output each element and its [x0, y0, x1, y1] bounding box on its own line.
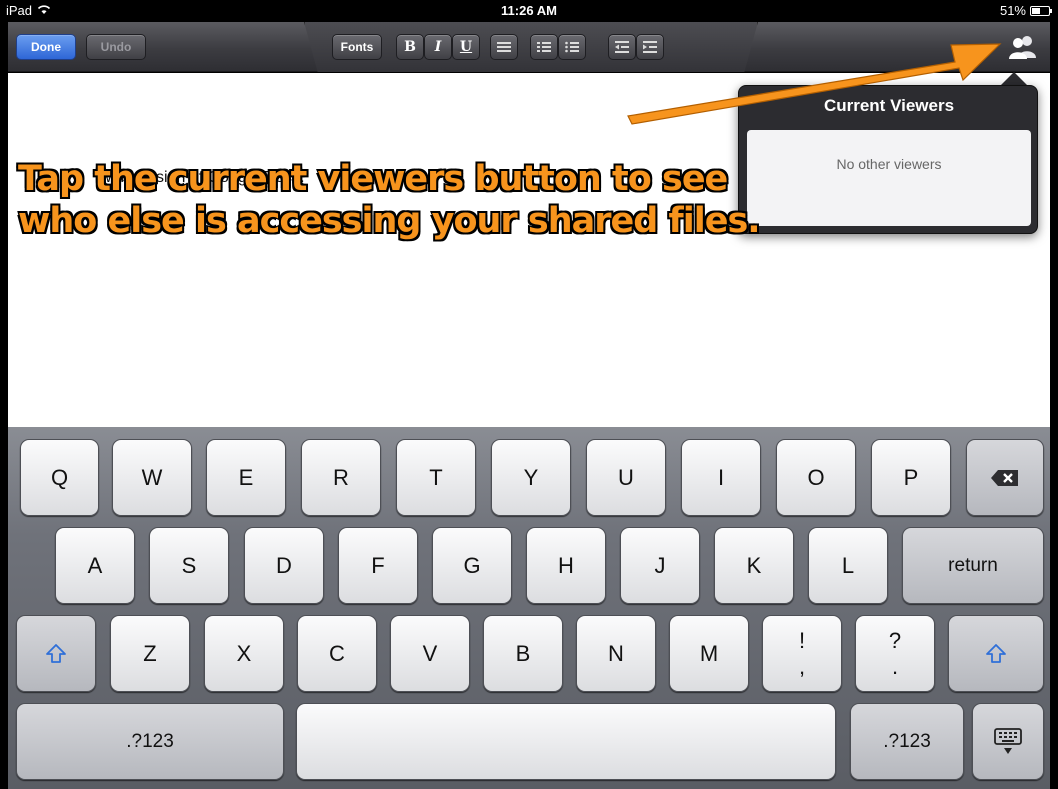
key-u[interactable]: U — [586, 439, 666, 516]
key-i[interactable]: I — [681, 439, 761, 516]
italic-button[interactable]: I — [424, 34, 452, 60]
shift-icon — [46, 643, 66, 663]
battery-percent: 51% — [999, 3, 1026, 18]
annotation-line-1: Tap the current viewers button to see — [17, 158, 729, 200]
tutorial-annotation: Tap the current viewers button to see wh… — [17, 158, 848, 242]
key-x[interactable]: X — [204, 615, 284, 692]
backspace-icon — [991, 469, 1018, 486]
key-question-label: ? — [888, 627, 902, 653]
key-z[interactable]: Z — [110, 615, 190, 692]
key-exclaim-label: ! — [798, 627, 806, 653]
key-s[interactable]: S — [149, 527, 229, 604]
key-j[interactable]: J — [620, 527, 700, 604]
key-v[interactable]: V — [390, 615, 470, 692]
shift-key-left[interactable] — [16, 615, 96, 692]
hide-keyboard-key[interactable] — [972, 703, 1044, 780]
bulleted-list-icon — [565, 41, 579, 53]
shift-icon — [986, 643, 1006, 663]
key-n[interactable]: N — [576, 615, 656, 692]
key-h[interactable]: H — [526, 527, 606, 604]
key-k[interactable]: K — [714, 527, 794, 604]
onscreen-keyboard: Q W E R T Y U I O P A S D F G H J K L re… — [8, 427, 1050, 789]
key-a[interactable]: A — [55, 527, 135, 604]
key-d[interactable]: D — [244, 527, 324, 604]
numbers-key-left[interactable]: .?123 — [16, 703, 284, 780]
key-f[interactable]: F — [338, 527, 418, 604]
bulleted-list-button[interactable] — [558, 34, 586, 60]
popover-arrow — [1000, 72, 1028, 86]
key-t[interactable]: T — [396, 439, 476, 516]
battery-icon — [1030, 5, 1052, 16]
numbers-key-right[interactable]: .?123 — [850, 703, 964, 780]
space-bar[interactable] — [296, 703, 836, 780]
key-m[interactable]: M — [669, 615, 749, 692]
keyboard-dismiss-icon — [994, 727, 1022, 754]
key-e[interactable]: E — [206, 439, 286, 516]
align-icon — [497, 42, 511, 52]
undo-button[interactable]: Undo — [86, 34, 146, 60]
key-comma-label: , — [798, 653, 806, 679]
status-time: 11:26 AM — [501, 3, 557, 18]
key-question-period[interactable]: ?. — [855, 615, 935, 692]
shift-key-right[interactable] — [948, 615, 1044, 692]
status-bar: iPad 11:26 AM 51% — [0, 0, 1058, 22]
key-o[interactable]: O — [776, 439, 856, 516]
bold-button[interactable]: B — [396, 34, 424, 60]
fonts-button[interactable]: Fonts — [332, 34, 382, 60]
key-b[interactable]: B — [483, 615, 563, 692]
done-button[interactable]: Done — [16, 34, 76, 60]
key-exclaim-comma[interactable]: !, — [762, 615, 842, 692]
return-key[interactable]: return — [902, 527, 1044, 604]
key-r[interactable]: R — [301, 439, 381, 516]
align-left-button[interactable] — [490, 34, 518, 60]
current-viewers-button[interactable] — [1006, 30, 1040, 64]
increase-indent-button[interactable] — [636, 34, 664, 60]
numbered-list-button[interactable] — [530, 34, 558, 60]
indent-icon — [643, 41, 657, 53]
key-p[interactable]: P — [871, 439, 951, 516]
key-period-label: . — [891, 653, 899, 679]
editor-toolbar: Done Undo Fonts B I U — [8, 22, 1050, 72]
key-y[interactable]: Y — [491, 439, 571, 516]
decrease-indent-button[interactable] — [608, 34, 636, 60]
delete-key[interactable] — [966, 439, 1044, 516]
key-c[interactable]: C — [297, 615, 377, 692]
numbered-list-icon — [537, 42, 551, 52]
key-g[interactable]: G — [432, 527, 512, 604]
people-icon — [1009, 36, 1036, 59]
key-q[interactable]: Q — [20, 439, 99, 516]
popover-title: Current Viewers — [823, 96, 955, 115]
annotation-line-2: who else is accessing your shared files. — [17, 200, 762, 242]
key-w[interactable]: W — [112, 439, 192, 516]
underline-button[interactable]: U — [452, 34, 480, 60]
key-l[interactable]: L — [808, 527, 888, 604]
outdent-icon — [615, 41, 629, 53]
